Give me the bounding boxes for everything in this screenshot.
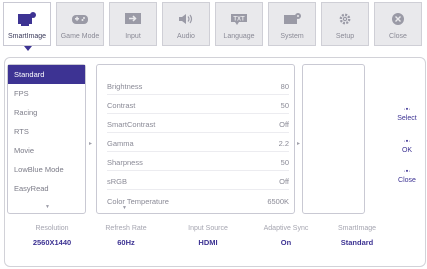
smartimage-icon (15, 9, 39, 29)
setting-value: 2.2 (278, 139, 289, 148)
close-key[interactable]: ·▪· Close (392, 168, 422, 184)
setting-name: Gamma (107, 139, 134, 148)
status-label: Adaptive Sync (263, 225, 309, 232)
setting-value: Off (279, 177, 289, 186)
list-item-racing[interactable]: Racing (8, 103, 85, 122)
ok-key[interactable]: ·▪· OK (392, 138, 422, 154)
setting-name: Sharpness (107, 158, 143, 167)
language-icon: TXT (227, 9, 251, 29)
scroll-down-arrow-icon[interactable]: ▼ (122, 205, 127, 211)
status-value: 60Hz (117, 238, 135, 247)
status-bar: Resolution 2560X1440 Refresh Rate 60Hz I… (14, 225, 414, 255)
tab-setup[interactable]: Setup (321, 2, 369, 46)
system-icon (280, 9, 304, 29)
status-label: Resolution (35, 225, 69, 232)
setting-name: Color Temperature (107, 197, 169, 206)
status-value: On (280, 238, 292, 247)
setting-name: Contrast (107, 101, 136, 110)
status-label: Input Source (188, 225, 228, 232)
select-key[interactable]: ·▪· Select (392, 106, 422, 122)
list-item-fps[interactable]: FPS (8, 84, 85, 103)
setting-row-smartcontrast[interactable]: SmartContrast Off (107, 115, 289, 133)
setting-row-color-temperature[interactable]: Color Temperature 6500K (107, 191, 289, 209)
gamepad-icon (68, 9, 92, 29)
select-label: Select (397, 115, 417, 122)
smartimage-mode-list: Standard FPS Racing RTS Movie LowBlue Mo… (7, 64, 86, 214)
status-smartimage: SmartImage Standard (321, 225, 393, 247)
list-item-movie[interactable]: Movie (8, 141, 85, 160)
speaker-icon (174, 9, 198, 29)
tab-label: SmartImage (7, 33, 47, 40)
status-adaptive-sync: Adaptive Sync On (250, 225, 322, 247)
list-item-easyread[interactable]: EasyRead (8, 179, 85, 198)
setting-row-srgb[interactable]: sRGB Off (107, 172, 289, 190)
list-item-standard[interactable]: Standard (8, 65, 85, 84)
tab-language[interactable]: TXT Language (215, 2, 263, 46)
close-icon (386, 9, 410, 29)
close-label: Close (398, 177, 416, 184)
tab-system[interactable]: System (268, 2, 316, 46)
setting-name: Brightness (107, 82, 143, 91)
tab-label: Input (125, 33, 141, 40)
tab-label: Language (223, 33, 255, 40)
tab-label: System (280, 33, 304, 40)
status-value: HDMI (198, 238, 218, 247)
setting-value: 50 (280, 158, 289, 167)
status-value: 2560X1440 (32, 238, 72, 247)
tab-bar: SmartImage Game Mode Input Audio TXT Lan… (3, 2, 427, 51)
setting-name: SmartContrast (107, 120, 156, 129)
status-resolution: Resolution 2560X1440 (16, 225, 88, 247)
submenu-panel (302, 64, 365, 214)
svg-text:TXT: TXT (233, 16, 245, 22)
picture-settings-panel: Brightness 80 Contrast 50 SmartContrast … (96, 64, 295, 214)
setting-row-contrast[interactable]: Contrast 50 (107, 96, 289, 114)
setting-name: sRGB (107, 177, 128, 186)
tab-audio[interactable]: Audio (162, 2, 210, 46)
monitor-osd: SmartImage Game Mode Input Audio TXT Lan… (0, 0, 427, 269)
setting-value: 80 (280, 82, 289, 91)
input-icon (121, 9, 145, 29)
tab-label: Game Mode (60, 33, 100, 40)
status-value: Standard (340, 238, 374, 247)
chevron-right-icon: ▸ (89, 141, 93, 147)
setting-value: Off (279, 120, 289, 129)
status-refresh-rate: Refresh Rate 60Hz (90, 225, 162, 247)
status-label: SmartImage (337, 225, 377, 232)
ok-key-icon: ·▪· (403, 138, 411, 145)
list-item-rts[interactable]: RTS (8, 122, 85, 141)
tab-game-mode[interactable]: Game Mode (56, 2, 104, 46)
tab-label: Audio (177, 33, 195, 40)
setting-row-brightness[interactable]: Brightness 80 (107, 77, 289, 95)
setting-row-gamma[interactable]: Gamma 2.2 (107, 134, 289, 152)
list-item-lowblue-mode[interactable]: LowBlue Mode (8, 160, 85, 179)
select-key-icon: ·▪· (403, 106, 411, 113)
gear-icon (333, 9, 357, 29)
tab-label: Setup (335, 33, 355, 40)
tab-close[interactable]: Close (374, 2, 422, 46)
ok-label: OK (401, 147, 413, 154)
close-key-icon: ·▪· (403, 168, 411, 175)
setting-value: 50 (280, 101, 289, 110)
setting-row-sharpness[interactable]: Sharpness 50 (107, 153, 289, 171)
scroll-down-arrow-icon[interactable]: ▼ (45, 204, 50, 210)
tab-label: Close (389, 33, 407, 40)
status-label: Refresh Rate (105, 225, 147, 232)
chevron-right-icon: ▸ (297, 141, 301, 147)
tab-smartimage[interactable]: SmartImage (3, 2, 51, 51)
status-input-source: Input Source HDMI (172, 225, 244, 247)
tab-input[interactable]: Input (109, 2, 157, 46)
setting-value: 6500K (267, 197, 289, 206)
